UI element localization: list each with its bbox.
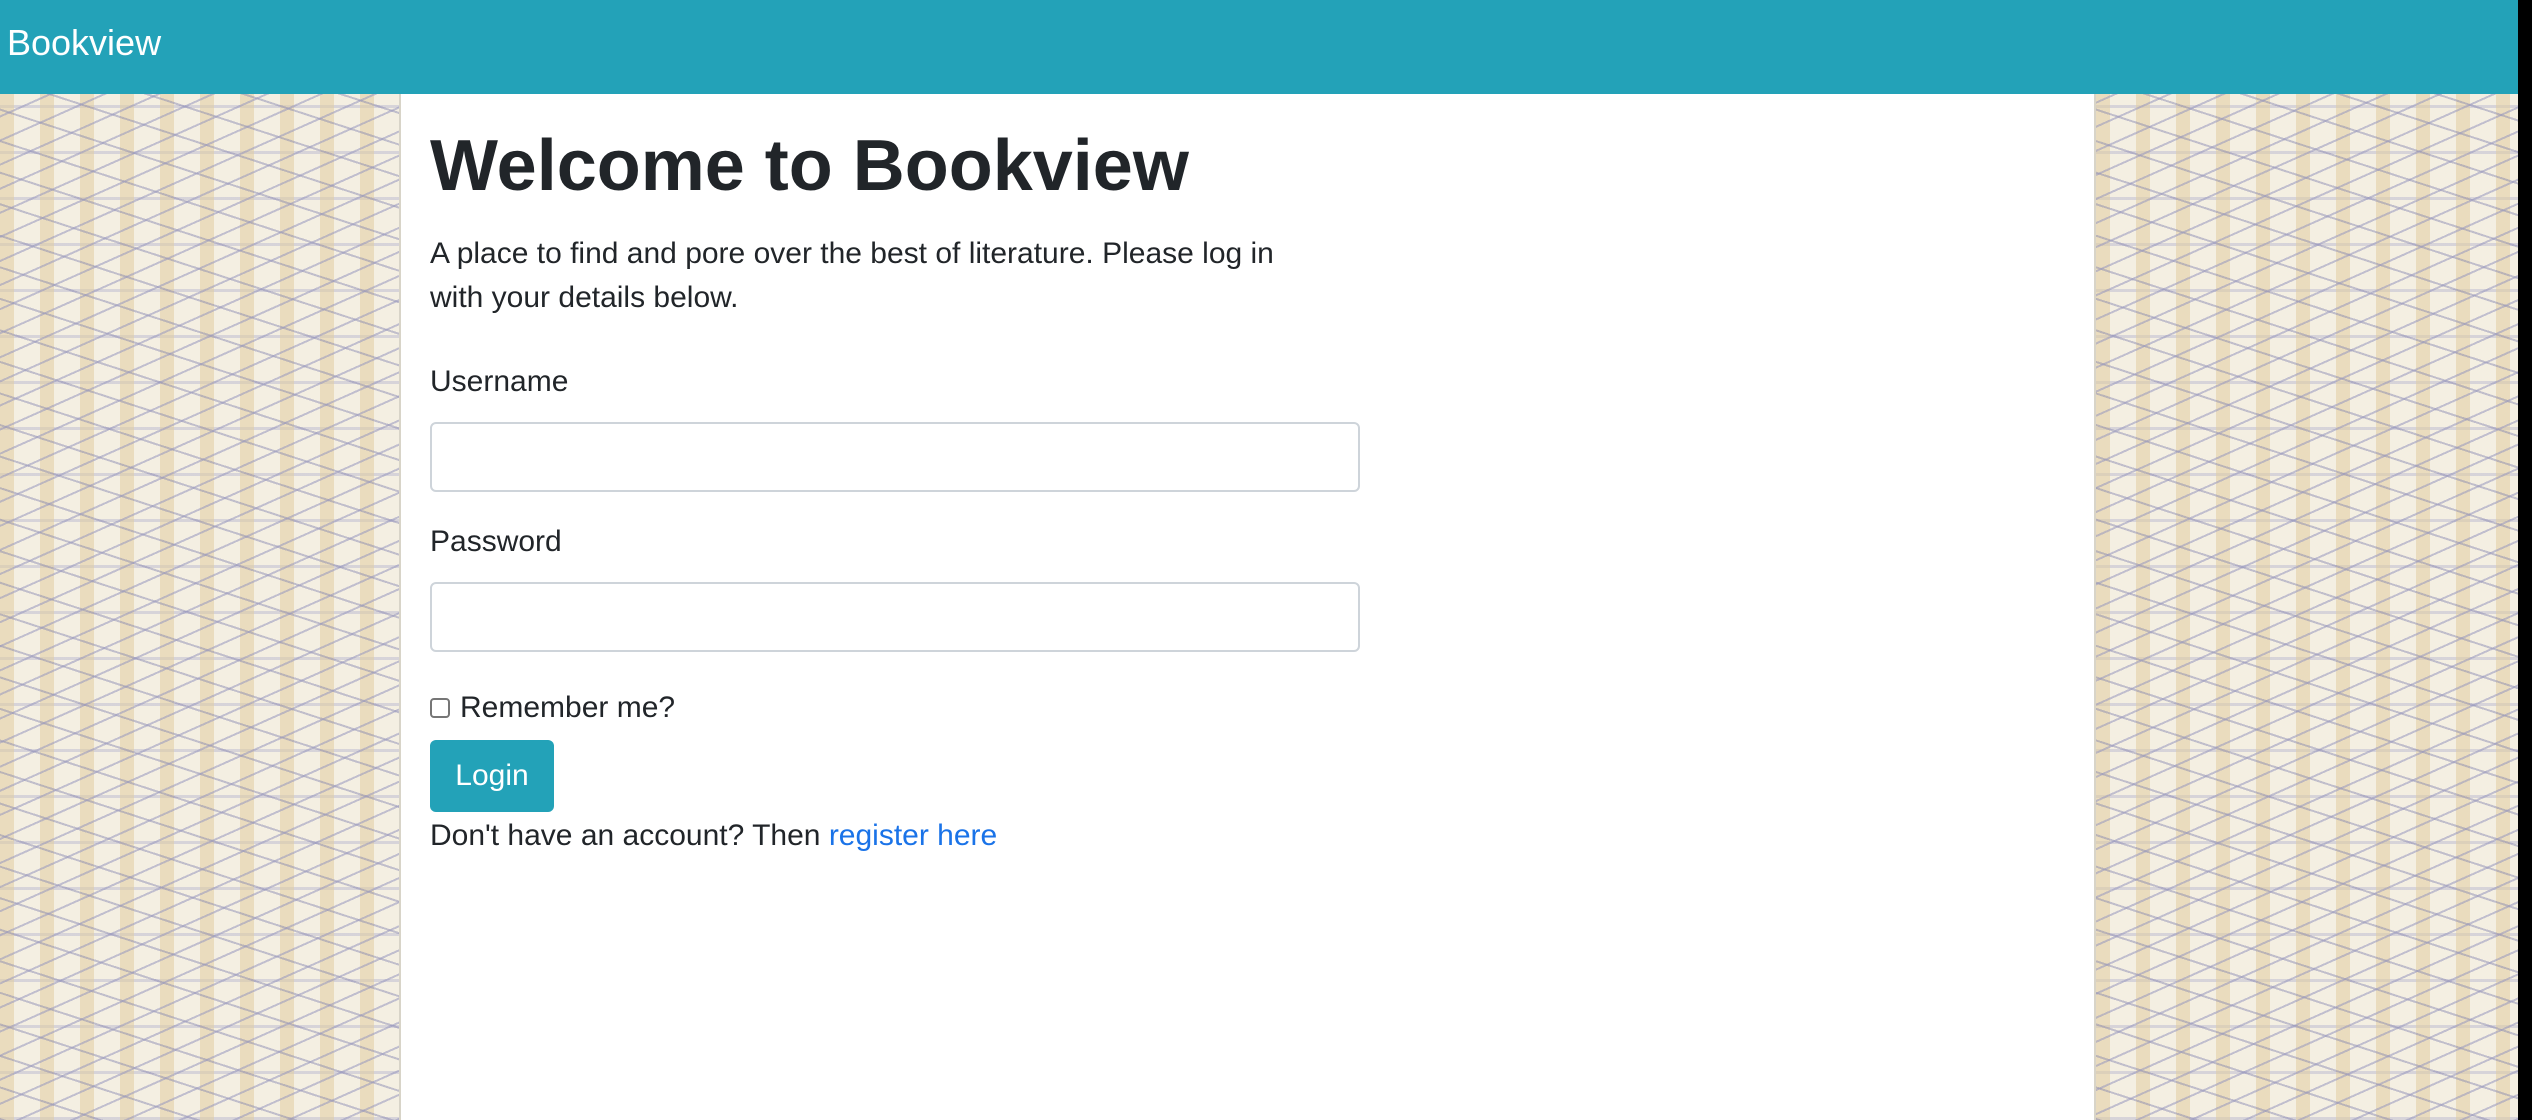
browser-viewport: Bookview Welcome to Bookview A place to … bbox=[0, 0, 2518, 1120]
password-label: Password bbox=[430, 525, 562, 558]
login-button[interactable]: Login bbox=[430, 740, 554, 812]
username-label: Username bbox=[430, 365, 569, 398]
remember-me-checkbox[interactable] bbox=[430, 698, 450, 718]
background-edge-right bbox=[2094, 94, 2096, 1120]
background-edge-left bbox=[399, 94, 401, 1120]
page-description: A place to find and pore over the best o… bbox=[430, 237, 1274, 314]
register-prompt-text: Don't have an account? Then bbox=[430, 819, 821, 852]
page-title: Welcome to Bookview bbox=[430, 126, 1189, 206]
register-prompt: Don't have an account? Then register her… bbox=[430, 814, 997, 858]
remember-me-row: Remember me? bbox=[430, 688, 675, 728]
navbar: Bookview bbox=[0, 0, 2518, 94]
remember-me-label[interactable]: Remember me? bbox=[460, 688, 675, 728]
background-pattern-right bbox=[2096, 94, 2518, 1120]
password-input[interactable] bbox=[430, 582, 1360, 652]
register-link[interactable]: register here bbox=[829, 819, 997, 852]
brand-link[interactable]: Bookview bbox=[7, 17, 161, 69]
background-pattern-left bbox=[0, 94, 399, 1120]
username-input[interactable] bbox=[430, 422, 1360, 492]
